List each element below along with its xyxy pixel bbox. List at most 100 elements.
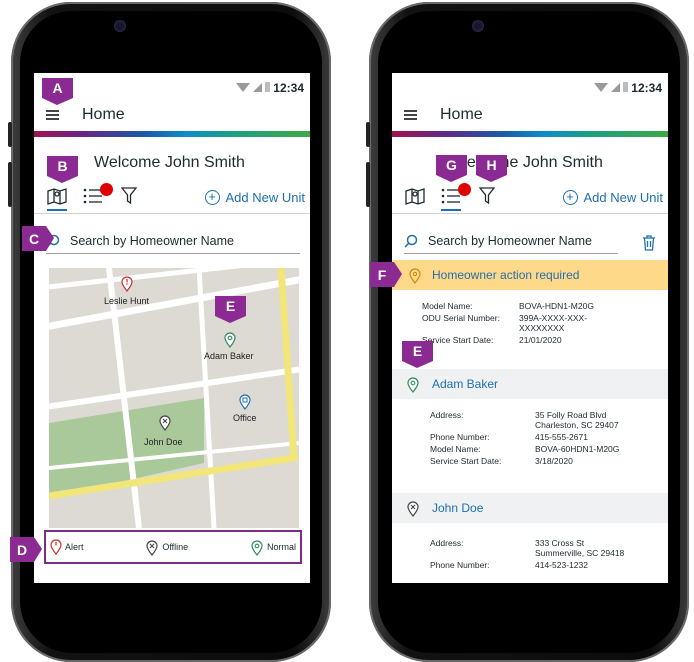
address-label: Address: — [430, 538, 464, 548]
view-tabs — [46, 183, 140, 211]
alert-details: Model Name: BOVA-HDN1-M20G ODU Serial Num… — [422, 301, 614, 345]
filter-tab[interactable] — [118, 185, 140, 207]
page-title: Home — [440, 106, 483, 123]
normal-pin-icon[interactable] — [223, 331, 237, 348]
wifi-icon — [594, 83, 608, 92]
normal-icon — [251, 539, 263, 556]
filter-icon — [121, 187, 137, 205]
welcome-text: Welcome John Smith — [452, 154, 603, 171]
add-new-unit-button[interactable]: + Add New Unit — [562, 190, 663, 205]
list-view-tab[interactable] — [82, 183, 113, 207]
view-tabs — [404, 183, 498, 211]
map-roads — [49, 268, 299, 528]
front-camera — [472, 20, 484, 32]
trash-icon[interactable] — [642, 235, 656, 251]
right-screen: 12:34 Home Welcome John Smith + Add New … — [392, 73, 668, 583]
action-required-pin-icon — [409, 267, 421, 284]
service-start-label: Service Start Date: — [430, 456, 502, 466]
divider — [34, 213, 310, 214]
pin-label-john-doe: John Doe — [144, 437, 183, 447]
add-new-unit-label: Add New Unit — [583, 190, 663, 205]
status-bar: 12:34 — [34, 73, 310, 101]
filter-icon — [479, 187, 495, 205]
map-view-tab[interactable] — [46, 185, 68, 211]
page-title: Home — [82, 106, 125, 123]
offline-pin-icon[interactable] — [158, 414, 172, 431]
status-time: 12:34 — [631, 81, 662, 95]
annotation-badge-h: H — [476, 155, 507, 182]
annotation-badge-c: C — [22, 226, 54, 251]
brand-stripe — [392, 131, 668, 137]
left-screen: 12:34 Home Welcome John Smith + Add New … — [34, 73, 310, 583]
phone-label: Phone Number: — [430, 560, 490, 570]
phone-value: 415-555-2671 — [535, 432, 588, 442]
notification-dot — [458, 183, 471, 196]
phone-label: Phone Number: — [430, 432, 490, 442]
menu-icon[interactable] — [46, 110, 59, 120]
homeowner-name: John Doe — [432, 501, 484, 515]
address-value: 35 Folly Road Blvd Charleston, SC 29407 — [535, 410, 619, 430]
menu-icon[interactable] — [404, 110, 417, 120]
add-icon: + — [562, 190, 578, 205]
search-icon — [404, 234, 418, 248]
john-doe-details: Address: 333 Cross St Summerville, SC 294… — [430, 538, 635, 570]
list-view-tab[interactable] — [440, 183, 471, 211]
welcome-text: Welcome John Smith — [94, 154, 245, 171]
map-icon — [47, 187, 67, 205]
cellular-icon — [611, 83, 620, 92]
map-view-tab[interactable] — [404, 185, 426, 207]
homeowner-row-john-doe[interactable]: John Doe — [392, 493, 668, 523]
office-pin-icon[interactable] — [238, 393, 252, 410]
mute-switch — [8, 122, 12, 147]
legend-normal: Normal — [250, 539, 296, 556]
pin-label-leslie-hunt: Leslie Hunt — [104, 296, 150, 306]
annotation-badge-b: B — [47, 156, 78, 183]
pin-label-office: Office — [233, 413, 257, 423]
alert-pin-icon[interactable] — [121, 276, 133, 292]
annotation-badge-e: E — [215, 296, 246, 323]
volume-up-button — [8, 162, 12, 207]
app-bar: Home — [392, 101, 668, 131]
add-new-unit-button[interactable]: + Add New Unit — [204, 190, 305, 205]
filter-tab[interactable] — [476, 185, 498, 207]
mute-switch — [366, 122, 370, 147]
search-placeholder: Search by Homeowner Name — [428, 234, 592, 248]
normal-pin-icon — [407, 376, 419, 393]
address-value: 333 Cross St Summerville, SC 29418 — [535, 538, 625, 558]
map-view[interactable]: Leslie Hunt Adam Baker Office John Doe — [49, 268, 299, 528]
legend-normal-label: Normal — [266, 542, 296, 552]
model-name-value: BOVA-60HDN1-M20G — [535, 444, 620, 454]
model-name-value: BOVA-HDN1-M20G — [519, 301, 594, 311]
signal-icons — [594, 82, 628, 92]
search-placeholder: Search by Homeowner Name — [70, 234, 234, 248]
wifi-icon — [236, 83, 250, 92]
annotation-badge-f: F — [370, 262, 402, 287]
annotation-badge-g: G — [436, 155, 467, 182]
pin-label-adam-baker: Adam Baker — [204, 351, 254, 361]
search-input[interactable]: Search by Homeowner Name — [46, 229, 300, 254]
search-input[interactable]: Search by Homeowner Name — [404, 229, 618, 254]
volume-up-button — [366, 162, 370, 207]
homeowner-action-text: Homeowner action required — [432, 268, 580, 282]
service-start-label: Service Start Date: — [422, 335, 494, 345]
legend-alert-label: Alert — [65, 542, 84, 552]
legend-offline: Offline — [145, 539, 188, 556]
homeowner-row-adam-baker[interactable]: Adam Baker — [392, 369, 668, 399]
battery-icon — [623, 82, 628, 92]
app-bar: Home — [34, 101, 310, 131]
homeowner-name: Adam Baker — [432, 377, 499, 391]
service-start-value: 3/18/2020 — [535, 456, 573, 466]
legend-alert: Alert — [50, 539, 84, 555]
battery-icon — [265, 82, 270, 92]
add-icon: + — [204, 190, 220, 205]
divider — [392, 213, 668, 214]
adam-baker-details: Address: 35 Folly Road Blvd Charleston, S… — [430, 410, 635, 466]
service-start-value: 21/01/2020 — [519, 335, 562, 345]
odu-serial-label: ODU Serial Number: — [422, 313, 500, 323]
homeowner-action-banner[interactable]: Homeowner action required — [392, 260, 668, 290]
map-legend: Alert Offline Normal — [44, 530, 302, 564]
annotation-badge-d: D — [10, 537, 42, 562]
odu-serial-value: 399A-XXXX-XXX-XXXXXXXX — [519, 313, 588, 333]
status-bar: 12:34 — [392, 73, 668, 101]
offline-icon — [146, 539, 158, 556]
